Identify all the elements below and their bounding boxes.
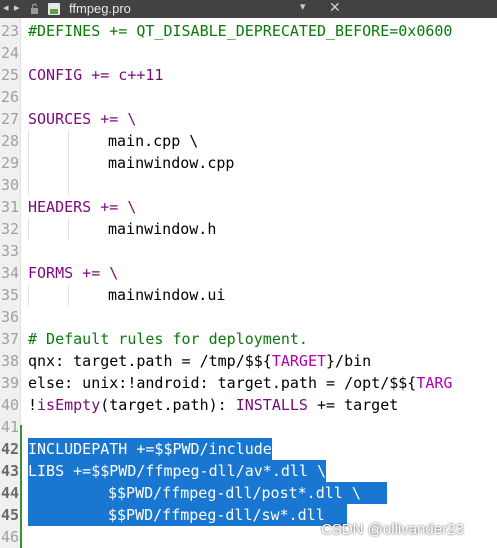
line-number: 31 [0,198,19,216]
code-segment: qnx: target.path = /tmp/$${ [28,352,272,370]
line-number: 25 [0,66,19,84]
tab-filename[interactable]: ffmpeg.pro [69,1,131,16]
code-variable: TARGET [271,352,327,370]
code-line: mainwindow.ui [108,286,226,304]
line-number: 40 [0,396,19,414]
change-marker [20,425,22,548]
line-number: 32 [0,220,19,238]
chevron-down-icon[interactable]: ▾ [300,0,306,13]
line-number: 27 [0,110,19,128]
code-line: main.cpp \ [108,132,199,150]
code-line: mainwindow.h [108,220,217,238]
code-segment: }/bin [326,352,372,370]
code-segment: ! [28,396,38,414]
line-number: 38 [0,352,19,370]
indent-guide [68,284,69,306]
close-icon[interactable]: ✕ [329,0,341,16]
selected-code-line: $$PWD/ffmpeg-dll/sw*.dll [28,504,347,526]
code-line: mainwindow.cpp [108,154,235,172]
comment-line: # Default rules for deployment. [28,330,308,348]
line-number: 30 [0,176,19,194]
line-number: 26 [0,88,19,106]
line-number: 41 [0,418,19,436]
code-segment: += target [307,396,399,414]
line-number-gutter: 23 24 25 26 27 28 29 30 31 32 33 34 35 3… [0,18,21,548]
code-function: isEmpty [37,396,101,414]
code-line: #DEFINES += QT_DISABLE_DEPRECATED_BEFORE… [28,22,453,40]
indent-guide [28,130,29,196]
watermark: CSDN @ollivander23 [321,521,464,538]
line-number: 44 [0,484,19,502]
code-line: !isEmpty(target.path): INSTALLS += targe… [28,394,398,416]
code-segment: else: unix:!android: target.path = /opt/… [28,374,417,392]
line-number: 46 [0,528,19,546]
selected-code-line: INCLUDEPATH +=$$PWD/include [28,438,272,460]
code-line: FORMS += \ [28,264,119,282]
indent-guide [68,218,69,240]
line-number: 34 [0,264,19,282]
code-keyword: INSTALLS [235,396,308,414]
line-number: 28 [0,132,19,150]
code-line: HEADERS += \ [28,198,137,216]
code-line: CONFIG += c++11 [28,66,164,84]
selected-code-line: LIBS +=$$PWD/ffmpeg-dll/av*.dll \ [28,460,327,482]
nav-forward-icon[interactable]: ▸ [14,1,20,14]
pro-file-icon [48,3,60,15]
indent-guide [28,218,29,240]
line-number: 37 [0,330,19,348]
line-number: 42 [0,440,19,458]
line-number: 23 [0,22,19,40]
indent-guide [28,284,29,306]
code-variable: TARG [416,374,453,392]
line-number: 43 [0,462,19,480]
selected-code-line: $$PWD/ffmpeg-dll/post*.dll \ [28,482,387,504]
indent-guide [68,130,69,196]
line-number: 45 [0,506,19,524]
lock-icon[interactable] [30,3,39,14]
code-segment: (target.path): [100,396,236,414]
editor-tab-bar: ◂ ▸ ffmpeg.pro ▾ ✕ [0,0,497,18]
line-number: 33 [0,242,19,260]
nav-back-icon[interactable]: ◂ [3,1,9,14]
line-number: 39 [0,374,19,392]
line-number: 35 [0,286,19,304]
code-line: else: unix:!android: target.path = /opt/… [28,372,452,394]
code-line: SOURCES += \ [28,110,137,128]
code-line: qnx: target.path = /tmp/$${TARGET}/bin [28,350,371,372]
line-number: 36 [0,308,19,326]
line-number: 24 [0,44,19,62]
line-number: 29 [0,154,19,172]
